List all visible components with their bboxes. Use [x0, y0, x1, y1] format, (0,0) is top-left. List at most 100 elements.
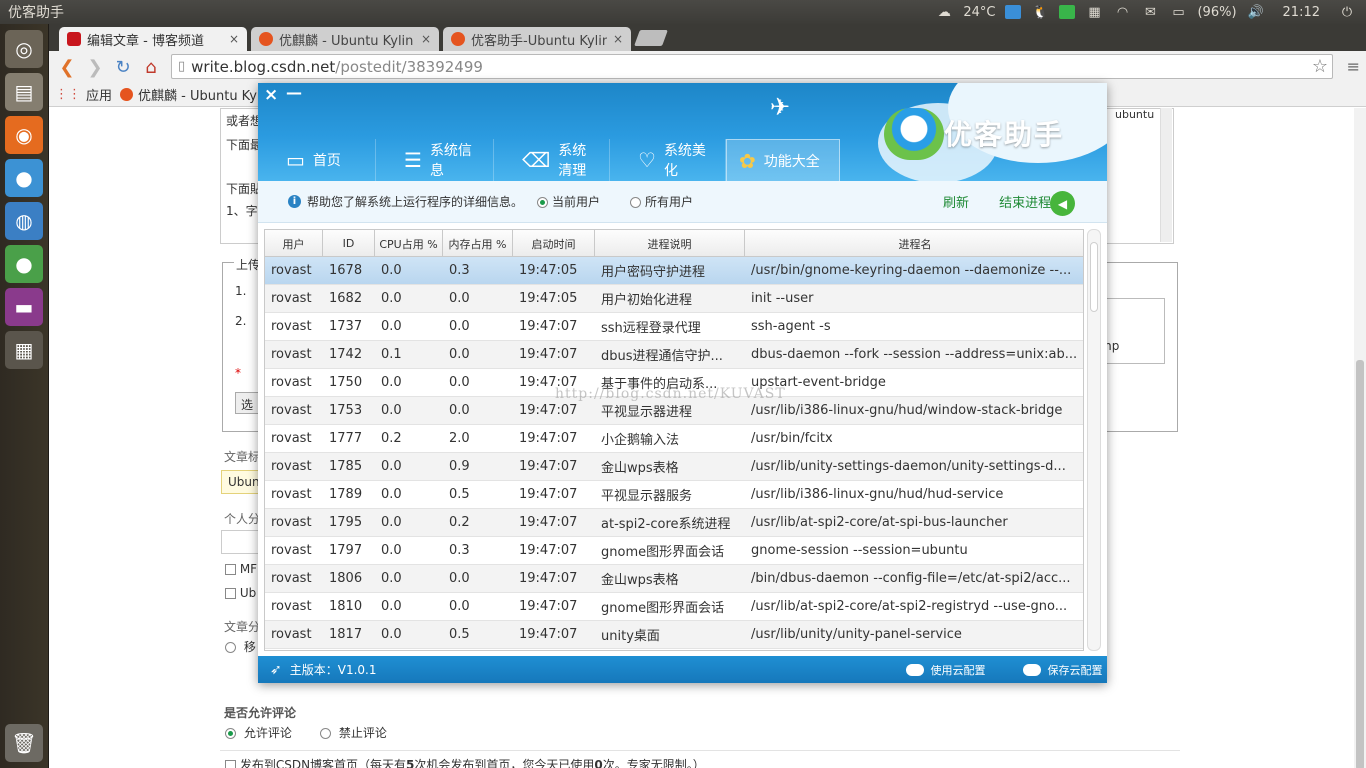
- tab-system-clean[interactable]: ⌫ 系统清理: [494, 139, 610, 181]
- youker-assistant-active-icon[interactable]: ●: [5, 245, 43, 283]
- table-row[interactable]: rovast 1678 0.0 0.3 19:47:05 用户密码守护进程/usr/bin…: [265, 257, 1083, 285]
- col-start-time[interactable]: 启动时间: [513, 230, 595, 257]
- tab-system-info[interactable]: ☰ 系统信息: [376, 139, 494, 181]
- table-row[interactable]: rovast 1797 0.0 0.3 19:47:07 gnome图形界面会话 gnome…: [265, 537, 1083, 565]
- editor-scrollbar[interactable]: [1160, 108, 1172, 242]
- mail-icon[interactable]: ✉: [1141, 4, 1159, 20]
- page-scrollbar[interactable]: [1354, 108, 1366, 768]
- minimize-icon[interactable]: —: [286, 83, 302, 102]
- radio-current-user[interactable]: 当前用户: [537, 193, 600, 210]
- wifi-icon[interactable]: ◠: [1113, 4, 1131, 20]
- tab-edit-article[interactable]: 编辑文章 - 博客频道 ×: [59, 27, 247, 51]
- table-row[interactable]: rovast 1806 0.0 0.0 19:47:07 金山wps表格/bin/dbus…: [265, 565, 1083, 593]
- tab-ubuntu-kylin[interactable]: 优麒麟 - Ubuntu Kylin ×: [251, 27, 439, 51]
- radio[interactable]: [537, 197, 549, 208]
- ubuntu-dash-icon[interactable]: ◎: [5, 30, 43, 68]
- files-icon[interactable]: ▤: [5, 73, 43, 111]
- cell-process-name: /usr/bin/gnome-keyring-daemon --daemoniz…: [751, 263, 1072, 278]
- youker-tray-icon[interactable]: [1005, 5, 1022, 19]
- cell-process-name: /usr/lib/unity/unity-panel-service: [751, 627, 962, 642]
- col-cpu[interactable]: CPU占用 %: [375, 230, 443, 257]
- table-row[interactable]: rovast 1682 0.0 0.0 19:47:05 用户初始化进程 init --us…: [265, 285, 1083, 313]
- page-text: 或者想: [226, 114, 263, 128]
- scrollbar-thumb[interactable]: [1356, 360, 1364, 768]
- col-description[interactable]: 进程说明: [595, 230, 745, 257]
- checkbox-mf[interactable]: MF: [225, 562, 257, 576]
- weather-icon[interactable]: ☁: [935, 4, 953, 20]
- save-cloud-config-button[interactable]: 保存云配置: [1023, 662, 1102, 678]
- battery-percent[interactable]: (96%): [1197, 5, 1236, 20]
- home-icon[interactable]: ⌂: [137, 53, 165, 81]
- checkbox[interactable]: [225, 588, 236, 599]
- table-scrollbar[interactable]: [1087, 229, 1101, 651]
- chromium-icon[interactable]: ◍: [5, 202, 43, 240]
- clock[interactable]: 21:12: [1275, 5, 1328, 20]
- category-input[interactable]: [221, 530, 261, 554]
- table-row[interactable]: rovast 1810 0.0 0.0 19:47:07 gnome图形界面会话/usr/…: [265, 593, 1083, 621]
- tab-system-beautify[interactable]: ♡ 系统美化: [610, 139, 726, 181]
- close-icon[interactable]: ×: [229, 32, 239, 46]
- page-text: 下面最: [226, 138, 263, 152]
- bookmark-apps[interactable]: ⋮⋮ 应用: [55, 85, 112, 104]
- checkbox[interactable]: [225, 760, 236, 768]
- radio[interactable]: [225, 642, 236, 653]
- type-radio[interactable]: 移: [225, 638, 256, 655]
- terminal-icon[interactable]: ▬: [5, 288, 43, 326]
- forward-icon[interactable]: ❯: [81, 53, 109, 81]
- keyboard-icon[interactable]: ▦: [1085, 4, 1103, 20]
- use-cloud-config-button[interactable]: 使用云配置: [906, 662, 985, 678]
- col-process-name[interactable]: 进程名: [745, 230, 1083, 257]
- table-row[interactable]: rovast 1817 0.0 0.5 19:47:07 unity桌面/usr/lib/…: [265, 621, 1083, 649]
- trash-icon[interactable]: 🗑: [5, 724, 43, 762]
- back-icon[interactable]: ❮: [53, 53, 81, 81]
- tab-youker-assistant[interactable]: 优客助手-Ubuntu Kylin ×: [443, 27, 631, 51]
- scrollbar-thumb[interactable]: [1090, 242, 1098, 312]
- checkbox[interactable]: [225, 564, 236, 575]
- workspace-switcher-icon[interactable]: ▦: [5, 331, 43, 369]
- forbid-comment-radio[interactable]: 禁止评论: [320, 724, 387, 741]
- radio[interactable]: [630, 197, 642, 208]
- table-row[interactable]: rovast 1777 0.2 2.0 19:47:07 小企鹅输入法/usr/bin/f…: [265, 425, 1083, 453]
- battery-icon[interactable]: ▭: [1169, 4, 1187, 20]
- radio-all-users[interactable]: 所有用户: [630, 193, 693, 210]
- bookmark-star-icon[interactable]: ☆: [1312, 56, 1328, 77]
- cell-start-time: 19:47:05: [519, 291, 578, 306]
- power-icon[interactable]: ⏻: [1338, 4, 1356, 20]
- youker-assistant-icon[interactable]: ●: [5, 159, 43, 197]
- bookmark-kylin[interactable]: 优麒麟 - Ubuntu Ky: [120, 85, 257, 104]
- update-icon[interactable]: [1059, 5, 1076, 19]
- publish-homepage-option[interactable]: 发布到CSDN博客首页（每天有5次机会发布到首页，您今天已使用0次。专家无限制。…: [225, 756, 705, 768]
- table-row[interactable]: rovast 1737 0.0 0.0 19:47:07 ssh远程登录代理 ssh-age…: [265, 313, 1083, 341]
- end-process-button[interactable]: 结束进程: [999, 192, 1051, 211]
- temperature[interactable]: 24°C: [963, 5, 995, 20]
- radio-label: 所有用户: [645, 195, 694, 209]
- publish-used: 0: [594, 758, 603, 768]
- table-row[interactable]: rovast 1789 0.0 0.5 19:47:07 平视显示器服务/usr/lib/…: [265, 481, 1083, 509]
- tab-home[interactable]: ▭ 首页: [258, 139, 376, 181]
- col-mem[interactable]: 内存占用 %: [443, 230, 513, 257]
- allow-comment-radio[interactable]: 允许评论: [225, 724, 292, 741]
- menu-icon[interactable]: ≡: [1347, 57, 1360, 76]
- penguin-icon[interactable]: 🐧: [1031, 4, 1049, 20]
- table-row[interactable]: rovast 1785 0.0 0.9 19:47:07 金山wps表格/usr/lib/…: [265, 453, 1083, 481]
- address-bar[interactable]: ▯ write.blog.csdn.net/postedit/38392499 …: [171, 54, 1333, 79]
- firefox-icon[interactable]: ◉: [5, 116, 43, 154]
- back-button[interactable]: ◀: [1050, 191, 1075, 216]
- close-icon[interactable]: ×: [613, 32, 623, 46]
- cell-user: rovast: [271, 487, 312, 502]
- volume-icon[interactable]: 🔊: [1247, 4, 1265, 20]
- reload-icon[interactable]: ↻: [109, 53, 137, 81]
- radio[interactable]: [320, 728, 331, 739]
- table-row[interactable]: rovast 1795 0.0 0.2 19:47:07 at-spi2-core系统进程…: [265, 509, 1083, 537]
- col-id[interactable]: ID: [323, 230, 375, 257]
- tab-all-functions[interactable]: ✿ 功能大全: [726, 139, 840, 181]
- table-row[interactable]: rovast 1742 0.1 0.0 19:47:07 dbus进程通信守护... dbu…: [265, 341, 1083, 369]
- radio[interactable]: [225, 728, 236, 739]
- col-user[interactable]: 用户: [265, 230, 323, 257]
- page-text: 下面貼: [226, 182, 263, 196]
- refresh-button[interactable]: 刷新: [943, 192, 969, 211]
- new-tab-button[interactable]: [634, 30, 668, 46]
- checkbox-ub[interactable]: Ub: [225, 586, 256, 600]
- close-icon[interactable]: ×: [264, 85, 278, 105]
- close-icon[interactable]: ×: [421, 32, 431, 46]
